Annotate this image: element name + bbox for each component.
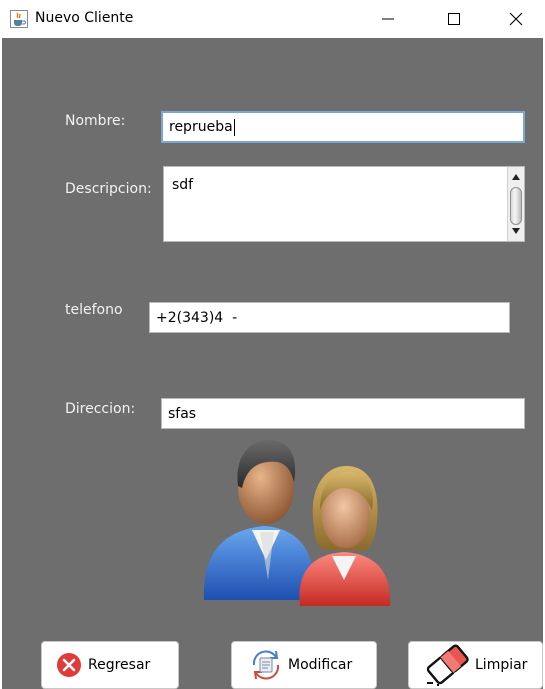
java-cup-icon	[10, 10, 28, 28]
close-button[interactable]	[493, 0, 539, 38]
telefono-label: telefono	[65, 302, 123, 318]
telefono-field[interactable]: +2(343)4 -	[149, 302, 510, 333]
descripcion-textarea[interactable]: sdf	[163, 166, 525, 242]
telefono-value: +2(343)4 -	[156, 309, 238, 326]
limpiar-button[interactable]: Limpiar	[408, 641, 543, 689]
direccion-label: Direccion:	[65, 401, 136, 417]
regresar-button[interactable]: Regresar	[41, 641, 179, 689]
maximize-button[interactable]	[431, 0, 477, 38]
modificar-label: Modificar	[288, 657, 353, 673]
eraser-icon	[423, 643, 471, 687]
minimize-button[interactable]	[365, 0, 411, 38]
maximize-icon	[447, 12, 461, 26]
refresh-document-icon	[248, 647, 284, 683]
close-icon	[509, 12, 523, 26]
nombre-field[interactable]: reprueba	[161, 111, 525, 143]
regresar-label: Regresar	[88, 657, 151, 673]
descripcion-label: Descripcion:	[65, 181, 152, 197]
scroll-down-icon[interactable]	[508, 223, 524, 239]
descripcion-value: sdf	[172, 177, 194, 193]
descripcion-scrollbar[interactable]	[507, 167, 524, 241]
cancel-x-icon	[56, 652, 82, 678]
title-bar: Nuevo Cliente	[0, 0, 545, 38]
modificar-button[interactable]: Modificar	[231, 641, 377, 689]
direccion-value: sfas	[168, 405, 197, 422]
text-caret	[233, 118, 235, 136]
minimize-icon	[381, 12, 395, 26]
nombre-label: Nombre:	[65, 113, 126, 129]
limpiar-label: Limpiar	[475, 657, 528, 673]
direccion-field[interactable]: sfas	[161, 398, 525, 429]
window-title: Nuevo Cliente	[35, 10, 134, 26]
scroll-up-icon[interactable]	[508, 169, 524, 185]
scroll-thumb[interactable]	[510, 187, 522, 225]
nombre-value: reprueba	[169, 119, 233, 135]
clients-couple-icon	[196, 430, 396, 610]
